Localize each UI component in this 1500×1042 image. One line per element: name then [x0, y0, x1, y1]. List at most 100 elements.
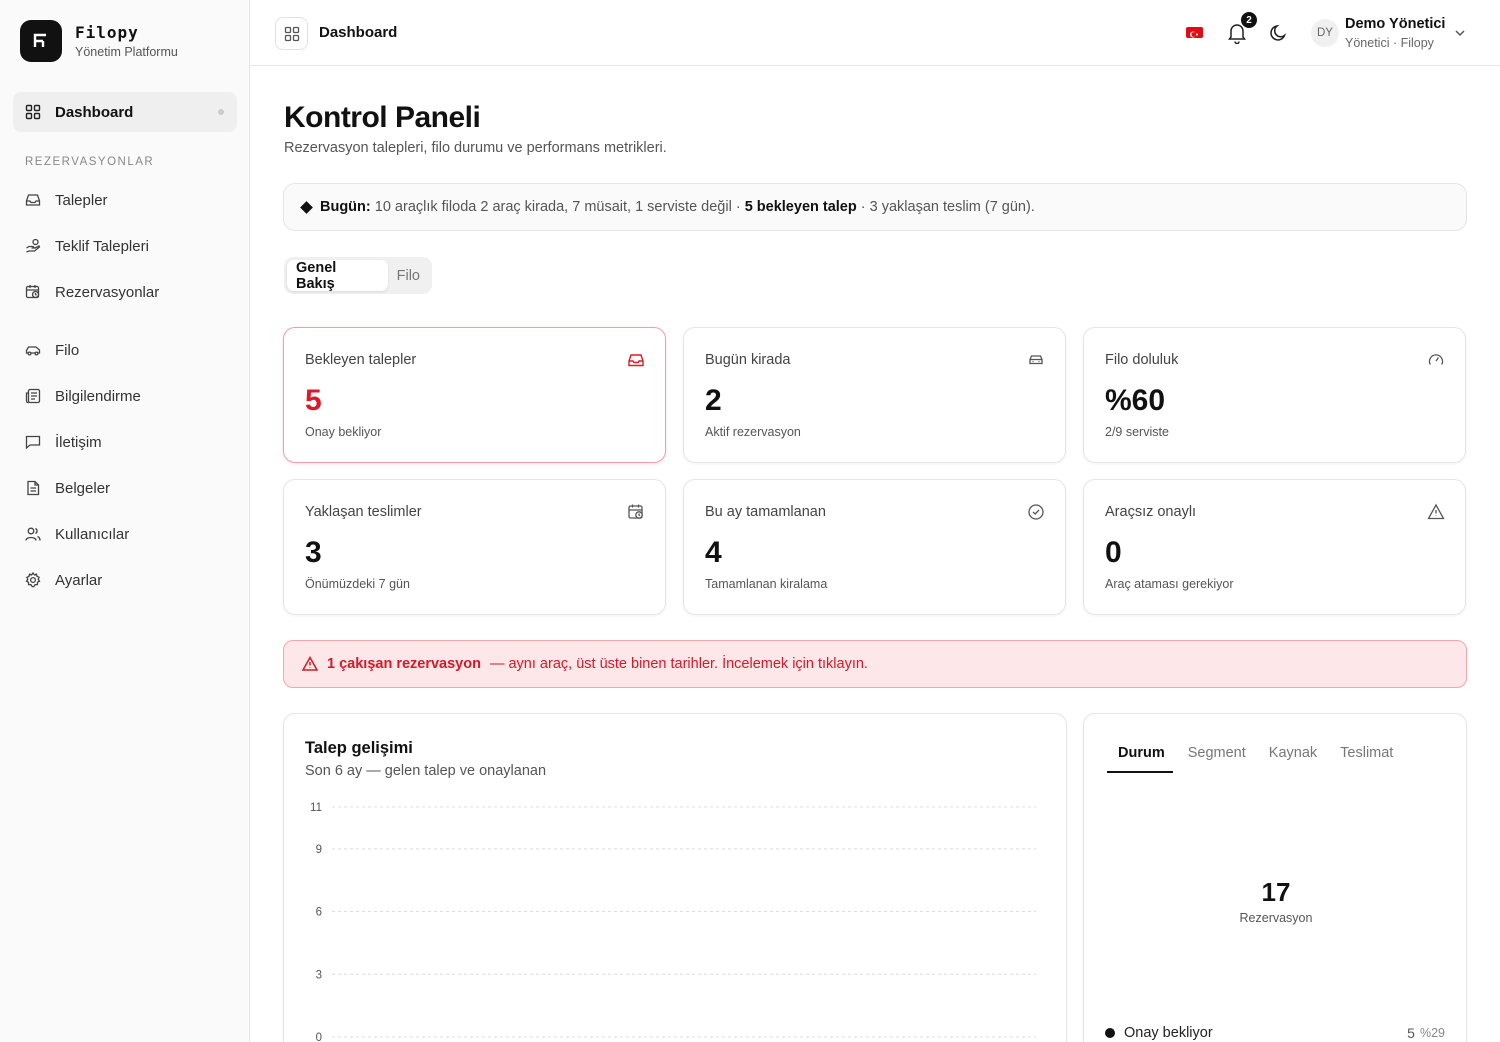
sidebar-item-kullanicilar[interactable]: Kullanıcılar — [13, 514, 237, 554]
sidebar-item-iletisim[interactable]: İletişim — [13, 422, 237, 462]
summary-pending: 5 bekleyen talep — [744, 199, 857, 215]
kpi-subtitle: Aktif rezervasyon — [705, 425, 801, 439]
kpi-subtitle: 2/9 serviste — [1105, 425, 1169, 439]
avatar[interactable]: DY — [1311, 19, 1339, 47]
user-name[interactable]: Demo Yönetici — [1345, 16, 1445, 32]
sidebar: Filopy Yönetim Platformu Dashboard REZER… — [0, 0, 250, 1042]
kpi-card-completed-this-month[interactable]: Bu ay tamamlanan 4 Tamamlanan kiralama — [683, 479, 1066, 615]
sidebar-item-label: Talepler — [55, 191, 108, 209]
request-trend-chart: 11 9 6 3 0 — [310, 802, 1036, 1042]
y-tick-label: 11 — [310, 802, 322, 814]
chevron-down-icon[interactable] — [1453, 26, 1467, 40]
legend-dot — [1105, 1028, 1115, 1038]
sidebar-item-talepler[interactable]: Talepler — [13, 180, 237, 220]
sidebar-item-teklif-talepleri[interactable]: Teklif Talepleri — [13, 226, 237, 266]
calendar-clock-icon — [628, 504, 643, 519]
active-dot — [218, 109, 224, 115]
hand-coins-icon — [25, 238, 41, 254]
notification-badge: 2 — [1241, 12, 1257, 28]
topbar: Dashboard 2 DY Demo Yönetici Yönetici · … — [250, 0, 1500, 66]
sidebar-item-bilgilendirme[interactable]: Bilgilendirme — [13, 376, 237, 416]
kpi-value: %60 — [1105, 384, 1166, 417]
sidebar-item-label: Filo — [55, 341, 80, 359]
kpi-title: Bekleyen talepler — [305, 352, 417, 368]
y-tick-label: 3 — [316, 969, 322, 981]
sidebar-item-label: Belgeler — [55, 479, 111, 497]
kpi-card-approved-without-vehicle[interactable]: Araçsız onaylı 0 Araç ataması gerekiyor — [1083, 479, 1466, 615]
gauge-icon — [1428, 354, 1444, 365]
car-icon — [25, 342, 41, 358]
y-tick-label: 0 — [316, 1032, 322, 1042]
kpi-value: 0 — [1105, 536, 1122, 569]
calendar-clock-icon — [25, 284, 41, 300]
y-tick-label: 6 — [316, 907, 322, 919]
donut-total-label: Rezervasyon — [1239, 911, 1313, 925]
kpi-title: Yaklaşan teslimler — [305, 504, 422, 520]
message-square-icon — [25, 434, 41, 450]
breakdown-tabs: Durum Segment Kaynak Teslimat — [1107, 745, 1416, 773]
topbar-title: Dashboard — [319, 24, 398, 41]
donut-total: 17 — [1261, 877, 1291, 907]
view-tabs: Genel Bakış Filo — [284, 257, 432, 294]
tab-filo[interactable]: Filo — [388, 260, 429, 291]
page-subtitle: Rezervasyon talepleri, filo durumu ve pe… — [284, 140, 667, 156]
sidebar-item-dashboard[interactable]: Dashboard — [13, 92, 237, 132]
request-trend-chart-panel: Talep gelişimi Son 6 ay — gelen talep ve… — [283, 713, 1067, 1042]
kpi-value: 5 — [305, 384, 322, 417]
brand-name: Filopy — [75, 23, 139, 42]
sidebar-item-rezervasyonlar[interactable]: Rezervasyonlar — [13, 272, 237, 312]
kpi-subtitle: Önümüzdeki 7 gün — [305, 577, 410, 591]
legend-label: Onay bekliyor — [1124, 1025, 1213, 1041]
tab-durum[interactable]: Durum — [1107, 745, 1173, 773]
conflict-alert[interactable]: 1 çakışan rezervasyon — aynı araç, üst ü… — [283, 640, 1467, 688]
sidebar-item-label: Kullanıcılar — [55, 525, 130, 543]
file-text-icon — [25, 480, 41, 496]
sidebar-item-label: Teklif Talepleri — [55, 237, 149, 255]
users-icon — [25, 526, 41, 542]
sidebar-item-belgeler[interactable]: Belgeler — [13, 468, 237, 508]
sidebar-item-label: Dashboard — [55, 103, 134, 121]
summary-prefix: Bugün: — [320, 199, 371, 215]
kpi-title: Araçsız onaylı — [1105, 504, 1197, 520]
alert-triangle-icon — [1427, 503, 1445, 520]
car-icon — [1029, 355, 1043, 365]
grid-icon — [25, 104, 41, 120]
kpi-subtitle: Onay bekliyor — [305, 425, 382, 439]
tab-segment[interactable]: Segment — [1188, 745, 1246, 773]
kpi-value: 4 — [705, 536, 722, 569]
brand-logo — [20, 20, 62, 62]
kpi-card-pending-requests[interactable]: Bekleyen talepler 5 Onay bekliyor — [283, 327, 666, 463]
summary-text-2: · 3 yaklaşan teslim (7 gün). — [860, 199, 1035, 215]
legend-percent: %29 — [1419, 1026, 1445, 1040]
language-flag-tr-icon[interactable] — [1186, 27, 1203, 38]
grid-icon — [284, 26, 299, 41]
kpi-card-fleet-occupancy[interactable]: Filo doluluk %60 2/9 serviste — [1083, 327, 1466, 463]
kpi-title: Filo doluluk — [1105, 352, 1179, 368]
sidebar-item-ayarlar[interactable]: Ayarlar — [13, 560, 237, 600]
tab-genel-bakis[interactable]: Genel Bakış — [287, 260, 388, 292]
brand[interactable]: Filopy Yönetim Platformu — [20, 20, 178, 62]
kpi-card-rented-today[interactable]: Bugün kirada 2 Aktif rezervasyon — [683, 327, 1066, 463]
legend-item[interactable]: Onay bekliyor 5 %29 — [1105, 1025, 1445, 1041]
alert-title: 1 çakışan rezervasyon — [327, 656, 481, 672]
sidebar-section-label: REZERVASYONLAR — [25, 156, 155, 168]
diamond-icon — [300, 200, 313, 214]
sidebar-item-label: Ayarlar — [55, 571, 103, 589]
settings-icon — [25, 572, 41, 588]
sidebar-toggle-button[interactable] — [275, 17, 308, 50]
sidebar-item-filo[interactable]: Filo — [13, 330, 237, 370]
kpi-card-upcoming-deliveries[interactable]: Yaklaşan teslimler 3 Önümüzdeki 7 gün — [283, 479, 666, 615]
y-tick-label: 9 — [316, 844, 322, 856]
alert-triangle-icon — [302, 656, 318, 671]
tab-teslimat[interactable]: Teslimat — [1340, 745, 1393, 773]
check-circle-icon — [1028, 504, 1044, 520]
brand-subtitle: Yönetim Platformu — [75, 45, 178, 59]
moon-icon[interactable] — [1269, 23, 1289, 43]
kpi-title: Bu ay tamamlanan — [705, 504, 826, 520]
legend-value: 5 — [1407, 1025, 1415, 1041]
user-role: Yönetici · Filopy — [1345, 36, 1434, 50]
inbox-icon — [628, 354, 644, 367]
tab-kaynak[interactable]: Kaynak — [1269, 745, 1317, 773]
kpi-subtitle: Tamamlanan kiralama — [705, 577, 828, 591]
sidebar-item-label: Bilgilendirme — [55, 387, 141, 405]
